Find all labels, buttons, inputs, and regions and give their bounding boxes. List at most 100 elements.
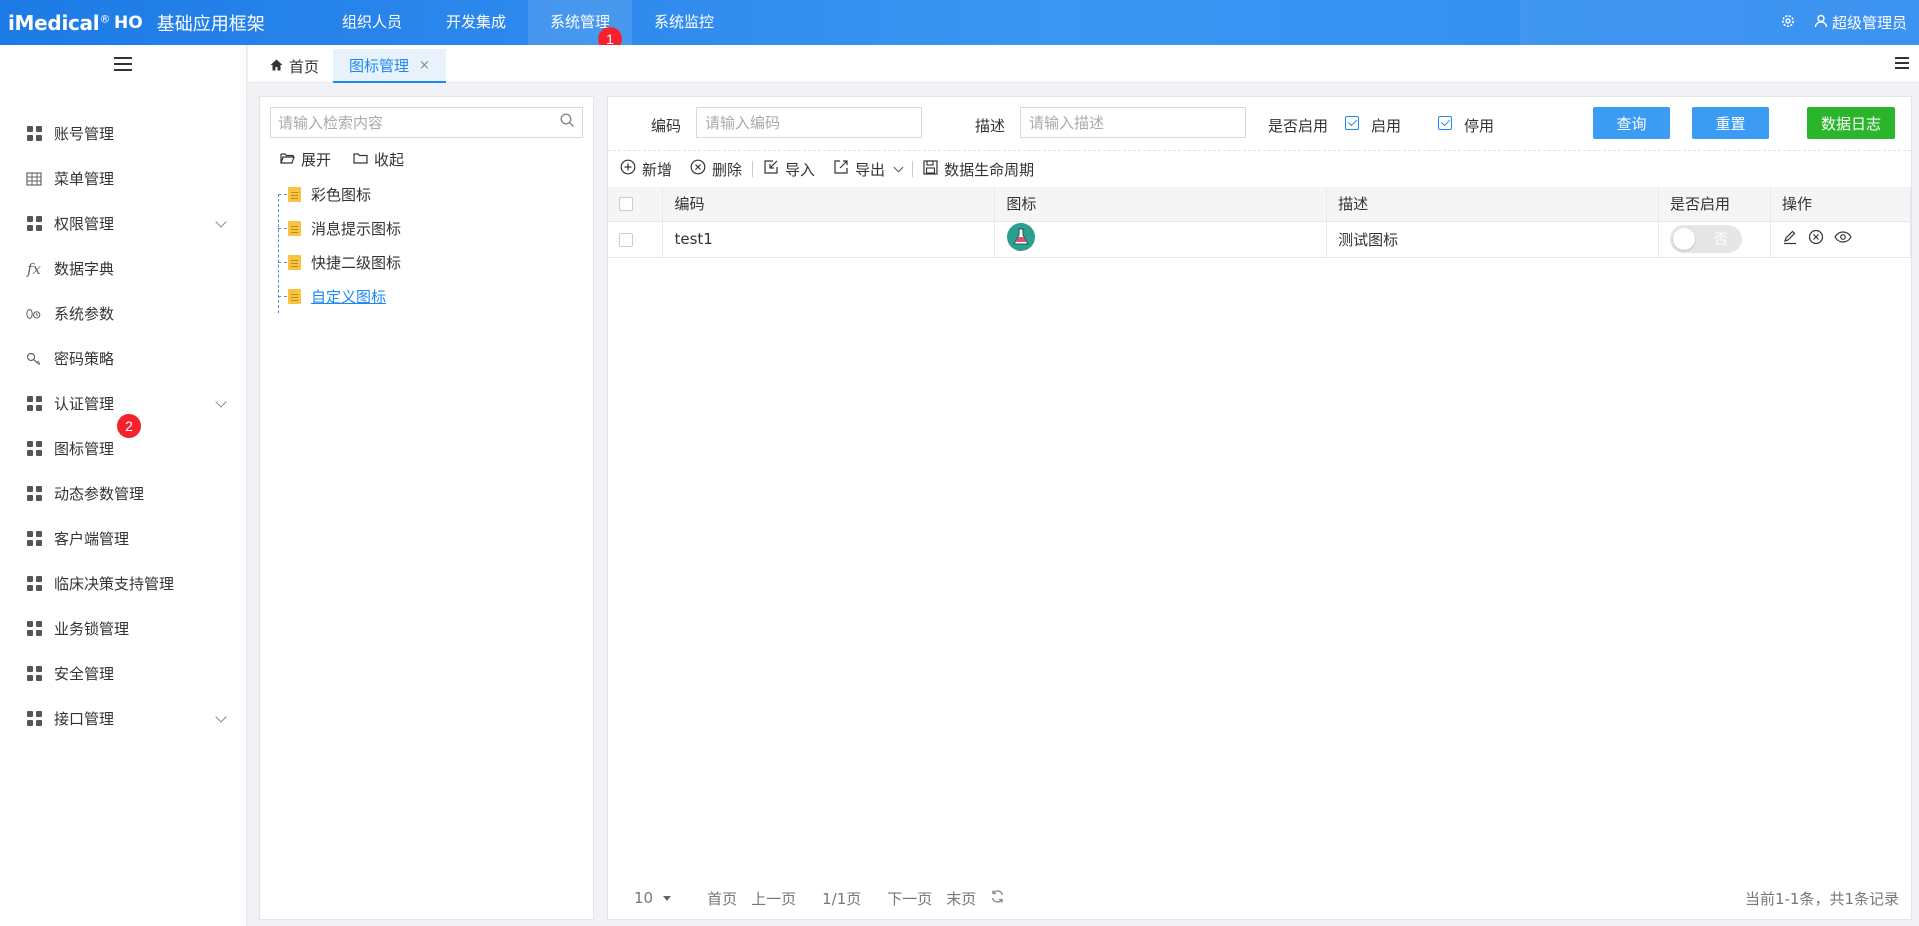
top-bar: iMedical® HO 基础应用框架 组织人员 开发集成 系统管理 系统监控 … <box>0 0 1919 45</box>
sidebar-item-label: 图标管理 <box>54 440 115 458</box>
add-label: 新增 <box>642 160 673 179</box>
desc-input[interactable] <box>1020 107 1246 138</box>
reset-button[interactable]: 重置 <box>1692 107 1769 139</box>
sidebar-item-label: 账号管理 <box>54 125 115 143</box>
flask-icon <box>1006 222 1036 256</box>
tree-search-box <box>270 107 583 138</box>
fx-icon: fx <box>26 259 41 278</box>
folder-icon <box>353 151 368 169</box>
sidebar-item-biz-lock[interactable]: 业务锁管理 <box>0 606 247 651</box>
last-page-button[interactable]: 末页 <box>946 888 976 909</box>
delete-icon[interactable] <box>1808 229 1824 249</box>
sidebar-item-label: 系统参数 <box>54 305 115 323</box>
grid-icon <box>26 666 42 682</box>
tree-node-label: 消息提示图标 <box>311 219 402 238</box>
user-menu[interactable]: 超级管理员 <box>1814 12 1907 33</box>
view-eye-icon[interactable] <box>1834 229 1852 249</box>
toggle-label: 否 <box>1714 232 1729 248</box>
select-all-checkbox[interactable] <box>619 197 633 212</box>
column-header-desc[interactable]: 描述 <box>1326 187 1660 222</box>
sidebar-item-password[interactable]: 密码策略 <box>0 336 247 381</box>
column-header-icon[interactable]: 图标 <box>994 187 1328 222</box>
icon-list-panel: 编码 描述 是否启用 启用 停用 查询 重置 数据日志 新增 删除 <box>607 96 1912 920</box>
step-badge-2: 2 <box>117 414 141 438</box>
disabled-checkbox[interactable] <box>1438 116 1452 130</box>
data-log-button[interactable]: 数据日志 <box>1807 107 1895 139</box>
sidebar-item-label: 密码策略 <box>54 350 115 368</box>
table-row[interactable]: test1 测试图标 否 <box>608 221 1911 258</box>
query-button[interactable]: 查询 <box>1593 107 1670 139</box>
tree-node-color-icons[interactable]: 彩色图标 <box>274 177 574 211</box>
export-button[interactable]: 导出 <box>833 159 904 180</box>
sidebar-item-dynamic-params[interactable]: 动态参数管理 <box>0 471 247 516</box>
sidebar-toggle-icon[interactable] <box>114 57 132 71</box>
tree-node-custom-icons[interactable]: 自定义图标 <box>274 279 574 313</box>
tree-search-input[interactable] <box>278 113 548 132</box>
lifecycle-button[interactable]: 数据生命周期 <box>923 159 1034 180</box>
top-nav-dev[interactable]: 开发集成 <box>424 0 528 45</box>
tree-node-shortcut-icons[interactable]: 快捷二级图标 <box>274 245 574 279</box>
sidebar-item-security[interactable]: 安全管理 <box>0 651 247 696</box>
tab-home[interactable]: 首页 <box>254 49 335 83</box>
expand-all-label: 展开 <box>301 151 332 169</box>
sidebar-item-label: 接口管理 <box>54 710 115 728</box>
first-page-button[interactable]: 首页 <box>707 888 737 909</box>
gear-icon[interactable] <box>1780 13 1796 33</box>
next-page-button[interactable]: 下一页 <box>887 888 932 909</box>
tab-icon-management[interactable]: 图标管理 × <box>333 49 446 83</box>
code-input[interactable] <box>696 107 922 138</box>
add-button[interactable]: 新增 <box>620 159 672 180</box>
grid-icon <box>26 441 42 457</box>
sidebar-item-cdss[interactable]: 临床决策支持管理 <box>0 561 247 606</box>
prev-page-button[interactable]: 上一页 <box>751 888 796 909</box>
sidebar-item-permission[interactable]: 权限管理 <box>0 201 247 246</box>
enabled-toggle[interactable]: 否 <box>1670 225 1743 253</box>
delete-label: 删除 <box>712 160 743 179</box>
column-header-enabled[interactable]: 是否启用 <box>1658 187 1771 222</box>
refresh-icon[interactable] <box>990 889 1005 908</box>
tabs-menu-icon[interactable] <box>1895 57 1909 69</box>
grid-icon <box>26 396 42 412</box>
collapse-all-button[interactable]: 收起 <box>353 149 404 170</box>
cell-desc: 测试图标 <box>1326 221 1660 258</box>
table-header-row: 编码 图标 描述 是否启用 操作 <box>608 187 1911 222</box>
desc-label: 描述 <box>975 117 1006 135</box>
enabled-label: 是否启用 <box>1268 117 1329 135</box>
toolbar-divider <box>752 161 754 177</box>
page-size-select[interactable]: 10 <box>634 889 672 907</box>
edit-icon[interactable] <box>1782 229 1798 249</box>
sidebar-item-label: 临床决策支持管理 <box>54 575 175 593</box>
save-disk-icon <box>923 159 938 179</box>
sidebar-item-dictionary[interactable]: fx 数据字典 <box>0 246 247 291</box>
delete-button[interactable]: 删除 <box>690 159 742 180</box>
search-icon[interactable] <box>560 113 575 132</box>
expand-all-button[interactable]: 展开 <box>280 149 331 170</box>
top-nav-monitor[interactable]: 系统监控 <box>632 0 736 45</box>
chevron-down-icon <box>215 711 227 723</box>
row-select-cell <box>608 221 664 258</box>
grid-icon <box>26 531 42 547</box>
sidebar-item-params[interactable]: 系统参数 <box>0 291 247 336</box>
sidebar-item-account[interactable]: 账号管理 <box>0 111 247 156</box>
import-button[interactable]: 导入 <box>763 159 815 180</box>
tree-node-message-icons[interactable]: 消息提示图标 <box>274 211 574 245</box>
row-checkbox[interactable] <box>619 232 633 247</box>
sidebar-item-menu[interactable]: 菜单管理 <box>0 156 247 201</box>
collapse-all-label: 收起 <box>374 151 405 169</box>
enabled-option-label: 启用 <box>1371 117 1402 135</box>
sidebar: 账号管理 菜单管理 权限管理 fx 数据字典 系统参数 密码策略 认证管理 图标… <box>0 45 247 926</box>
sidebar-item-label: 客户端管理 <box>54 530 130 548</box>
chevron-down-icon <box>215 216 227 228</box>
cell-icon <box>994 221 1328 258</box>
tree-actions: 展开 收起 <box>280 149 404 170</box>
sidebar-item-interface[interactable]: 接口管理 <box>0 696 247 741</box>
export-icon <box>833 159 849 179</box>
top-nav-org[interactable]: 组织人员 <box>320 0 424 45</box>
caret-down-icon <box>663 896 672 901</box>
sidebar-item-client[interactable]: 客户端管理 <box>0 516 247 561</box>
cell-actions <box>1770 221 1911 258</box>
document-icon <box>288 220 301 236</box>
close-icon[interactable]: × <box>419 58 430 73</box>
enabled-checkbox[interactable] <box>1345 116 1359 130</box>
column-header-code[interactable]: 编码 <box>662 187 996 222</box>
